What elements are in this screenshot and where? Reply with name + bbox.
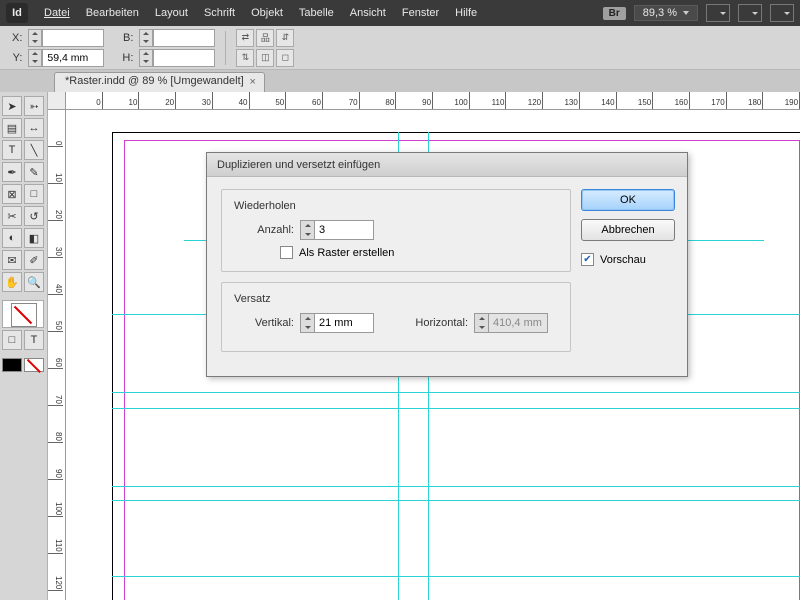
w-label: B: bbox=[122, 32, 135, 44]
vertical-input[interactable] bbox=[314, 313, 374, 333]
cancel-button[interactable]: Abbrechen bbox=[581, 219, 675, 241]
select-container-icon[interactable]: ◫ bbox=[256, 49, 274, 67]
offset-fieldset: Versatz Vertikal: Horizontal: bbox=[221, 282, 571, 352]
offset-legend: Versatz bbox=[234, 293, 558, 305]
type-tool-icon[interactable]: T bbox=[2, 140, 22, 160]
align-icon[interactable]: 品 bbox=[256, 29, 274, 47]
repeat-legend: Wiederholen bbox=[234, 200, 558, 212]
close-tab-icon[interactable]: × bbox=[246, 75, 260, 89]
x-stepper[interactable] bbox=[28, 29, 42, 47]
dialog-title: Duplizieren und versetzt einfügen bbox=[217, 159, 380, 171]
page-tool-icon[interactable]: ▤ bbox=[2, 118, 22, 138]
ruler-horizontal[interactable]: 0102030405060708090100110120130140150160… bbox=[66, 92, 800, 110]
workspace-switcher-icon[interactable] bbox=[770, 4, 794, 22]
fill-stroke-swatch[interactable] bbox=[2, 300, 44, 328]
apply-none-swatch[interactable] bbox=[24, 358, 44, 372]
bridge-icon[interactable]: Br bbox=[603, 7, 626, 20]
line-tool-icon[interactable]: ╲ bbox=[24, 140, 44, 160]
guide-horizontal[interactable] bbox=[112, 500, 800, 501]
dialog-titlebar[interactable]: Duplizieren und versetzt einfügen bbox=[207, 153, 687, 177]
x-label: X: bbox=[12, 32, 24, 44]
toolbox: ➤➳ ▤↔ T╲ ✒✎ ⊠□ ✂↺ ◐◧ ✉✐ ✋🔍 □T bbox=[0, 92, 48, 600]
pencil-tool-icon[interactable]: ✎ bbox=[24, 162, 44, 182]
document-tab-label: *Raster.indd @ 89 % [Umgewandelt] bbox=[65, 75, 244, 87]
horizontal-input bbox=[488, 313, 548, 333]
repeat-fieldset: Wiederholen Anzahl: Als Raster erstellen bbox=[221, 189, 571, 272]
menu-view[interactable]: Ansicht bbox=[342, 7, 394, 19]
ok-button[interactable]: OK bbox=[581, 189, 675, 211]
zoom-value: 89,3 % bbox=[643, 7, 677, 19]
rectangle-tool-icon[interactable]: □ bbox=[24, 184, 44, 204]
as-grid-label: Als Raster erstellen bbox=[299, 247, 394, 259]
free-transform-tool-icon[interactable]: ↺ bbox=[24, 206, 44, 226]
preview-label: Vorschau bbox=[600, 254, 646, 266]
app-badge-icon: Id bbox=[6, 3, 28, 23]
h-label: H: bbox=[122, 52, 135, 64]
y-input[interactable]: 59,4 mm bbox=[42, 49, 104, 67]
direct-selection-tool-icon[interactable]: ➳ bbox=[24, 96, 44, 116]
count-stepper[interactable] bbox=[300, 220, 314, 240]
y-stepper[interactable] bbox=[28, 49, 42, 67]
selection-tool-icon[interactable]: ➤ bbox=[2, 96, 22, 116]
scissors-tool-icon[interactable]: ✂ bbox=[2, 206, 22, 226]
count-label: Anzahl: bbox=[234, 224, 294, 236]
document-tab[interactable]: *Raster.indd @ 89 % [Umgewandelt] × bbox=[54, 72, 265, 92]
pen-tool-icon[interactable]: ✒ bbox=[2, 162, 22, 182]
as-grid-checkbox[interactable] bbox=[280, 246, 293, 259]
count-input[interactable] bbox=[314, 220, 374, 240]
preview-checkbox[interactable] bbox=[581, 253, 594, 266]
document-tab-row: *Raster.indd @ 89 % [Umgewandelt] × bbox=[0, 70, 800, 92]
eyedropper-tool-icon[interactable]: ✐ bbox=[24, 250, 44, 270]
zoom-dropdown[interactable]: 89,3 % bbox=[634, 5, 698, 21]
horizontal-stepper[interactable] bbox=[474, 313, 488, 333]
menu-file[interactable]: Datei bbox=[36, 7, 78, 19]
chevron-down-icon bbox=[683, 11, 689, 15]
menu-window[interactable]: Fenster bbox=[394, 7, 447, 19]
formatting-text-icon[interactable]: T bbox=[24, 330, 44, 350]
menu-edit[interactable]: Bearbeiten bbox=[78, 7, 147, 19]
apply-color-swatch[interactable] bbox=[2, 358, 22, 372]
menu-object[interactable]: Objekt bbox=[243, 7, 291, 19]
control-bar: X: Y: 59,4 mm B: H: ⇄ 品 ⇵ ⇅ ◫ ◻ bbox=[0, 26, 800, 70]
flip-h-icon[interactable]: ⇄ bbox=[236, 29, 254, 47]
h-input[interactable] bbox=[153, 49, 215, 67]
zoom-tool-icon[interactable]: 🔍 bbox=[24, 272, 44, 292]
guide-horizontal[interactable] bbox=[112, 576, 800, 577]
flip-v-icon[interactable]: ⇅ bbox=[236, 49, 254, 67]
formatting-container-icon[interactable]: □ bbox=[2, 330, 22, 350]
distribute-icon[interactable]: ⇵ bbox=[276, 29, 294, 47]
menu-table[interactable]: Tabelle bbox=[291, 7, 342, 19]
w-input[interactable] bbox=[153, 29, 215, 47]
select-content-icon[interactable]: ◻ bbox=[276, 49, 294, 67]
step-and-repeat-dialog: Duplizieren und versetzt einfügen Wieder… bbox=[206, 152, 688, 377]
x-input[interactable] bbox=[42, 29, 104, 47]
ruler-vertical[interactable]: 0102030405060708090100110120130 bbox=[48, 110, 66, 600]
gradient-swatch-tool-icon[interactable]: ◐ bbox=[2, 228, 22, 248]
gap-tool-icon[interactable]: ↔ bbox=[24, 118, 44, 138]
note-tool-icon[interactable]: ✉ bbox=[2, 250, 22, 270]
h-stepper[interactable] bbox=[139, 49, 153, 67]
menu-type[interactable]: Schrift bbox=[196, 7, 243, 19]
horizontal-label: Horizontal: bbox=[398, 317, 468, 329]
control-bar-icons: ⇄ 品 ⇵ ⇅ ◫ ◻ bbox=[236, 29, 294, 67]
ruler-origin[interactable] bbox=[48, 92, 66, 110]
guide-horizontal[interactable] bbox=[112, 392, 800, 393]
hand-tool-icon[interactable]: ✋ bbox=[2, 272, 22, 292]
menu-help[interactable]: Hilfe bbox=[447, 7, 485, 19]
arrange-docs-icon[interactable] bbox=[738, 4, 762, 22]
vertical-stepper[interactable] bbox=[300, 313, 314, 333]
w-stepper[interactable] bbox=[139, 29, 153, 47]
vertical-label: Vertikal: bbox=[234, 317, 294, 329]
screen-mode-icon[interactable] bbox=[706, 4, 730, 22]
guide-horizontal[interactable] bbox=[112, 408, 800, 409]
menu-layout[interactable]: Layout bbox=[147, 7, 196, 19]
gradient-feather-tool-icon[interactable]: ◧ bbox=[24, 228, 44, 248]
rectangle-frame-tool-icon[interactable]: ⊠ bbox=[2, 184, 22, 204]
menubar: Id Datei Bearbeiten Layout Schrift Objek… bbox=[0, 0, 800, 26]
guide-horizontal[interactable] bbox=[112, 486, 800, 487]
y-label: Y: bbox=[12, 52, 24, 64]
